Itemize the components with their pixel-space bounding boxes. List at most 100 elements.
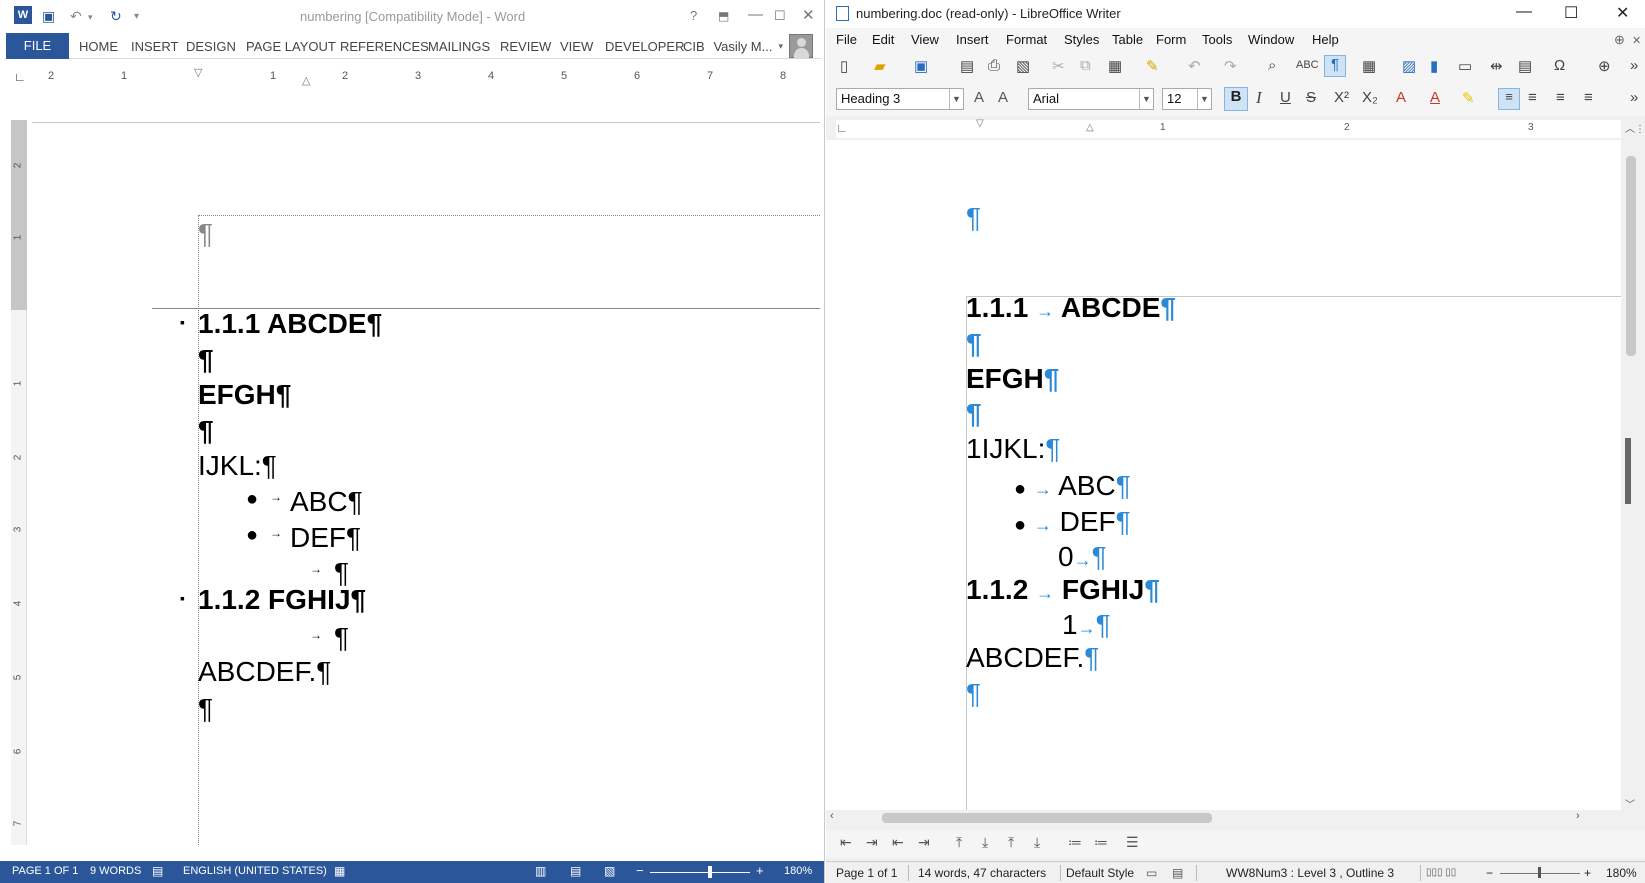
zoom-out-icon[interactable]: − [1486,866,1493,880]
insert-table-icon[interactable]: ▦ [1362,57,1376,75]
vertical-ruler[interactable]: 2 1 1 2 3 4 5 6 7 [11,120,27,845]
horizontal-ruler[interactable]: ∟ ▽ △ 1 2 3 [836,118,1621,138]
insert-chart-icon[interactable]: ▮ [1430,57,1438,75]
empty-paragraph[interactable]: ¶ [966,398,982,430]
horizontal-scrollbar[interactable]: ‹ › [826,810,1621,826]
justify-icon[interactable]: ≡ [1584,89,1593,106]
tab-review[interactable]: REVIEW [500,39,551,54]
tab-cib[interactable]: CIB [683,39,705,54]
insert-page-break-icon[interactable]: ⇹ [1490,57,1503,75]
align-right-icon[interactable]: ≡ [1556,89,1565,106]
close-icon[interactable]: ✕ [1616,3,1629,23]
undo-icon[interactable]: ↶ [1188,57,1201,75]
hanging-indent-marker[interactable]: △ [302,74,310,87]
menu-styles[interactable]: Styles [1064,32,1099,47]
bullet-item-abc[interactable]: ● → ABC¶ [1014,470,1131,502]
close-icon[interactable]: ✕ [802,6,815,24]
copy-icon[interactable]: ⧉ [1080,57,1091,74]
zoom-slider-thumb[interactable] [1538,867,1541,878]
empty-paragraph[interactable]: ¶ [198,344,214,376]
bullet-item-abc[interactable]: ABC¶ [290,486,363,518]
globe-icon[interactable]: ⊕ [1614,32,1625,48]
maximize-icon[interactable]: ☐ [774,8,786,24]
menu-window[interactable]: Window [1248,32,1294,47]
first-line-indent-marker[interactable]: ▽ [194,66,202,79]
align-center-icon[interactable]: ≡ [1528,89,1537,106]
bullet-item-def[interactable]: ● → DEF¶ [1014,506,1131,538]
redo-icon[interactable]: ↻ [110,8,122,25]
strikethrough-icon[interactable]: S [1306,89,1316,106]
bullet-item-def[interactable]: DEF¶ [290,522,361,554]
close-document-icon[interactable]: ✕ [1632,34,1641,47]
insert-mode-icon[interactable]: ▭ [1146,866,1157,880]
bullets-numbering-dialog-icon[interactable]: ☰ [1126,834,1139,851]
proofing-icon[interactable]: ▤ [152,864,163,878]
zoom-in-icon[interactable]: + [756,863,764,878]
heading-1-1-2[interactable]: 1.1.2 → FGHIJ¶ [966,574,1160,606]
heading-1-1-2[interactable]: 1.1.2 FGHIJ¶ [198,584,366,616]
menu-tools[interactable]: Tools [1202,32,1232,47]
spelling-icon[interactable]: ABC [1296,59,1319,71]
writer-app-icon[interactable] [836,6,849,21]
help-button[interactable]: ? [690,8,697,23]
menu-help[interactable]: Help [1312,32,1339,47]
toolbar-overflow-icon[interactable]: » [1630,57,1638,74]
paragraph-abcdef[interactable]: ABCDEF.¶ [966,642,1099,674]
highlight-icon[interactable]: ✎ [1462,89,1475,107]
word-app-icon[interactable]: W [14,6,32,24]
demote-icon[interactable]: ⇥ [866,834,878,851]
clear-formatting-icon[interactable]: A [1396,89,1406,106]
promote-icon[interactable]: ⇤ [840,834,852,851]
zoom-level[interactable]: 180% [784,865,812,877]
tab-references[interactable]: REFERENCES [340,39,429,54]
formatting-marks-icon[interactable]: ¶ [1324,55,1346,77]
insert-field-icon[interactable]: ▤ [1518,57,1532,75]
find-replace-icon[interactable]: ⌕ [1268,57,1276,74]
save-icon[interactable]: ▣ [914,57,928,75]
more-options-icon[interactable]: ⋮ [1635,124,1645,135]
update-style-icon[interactable]: A [974,89,984,106]
font-color-icon[interactable]: A [1430,89,1440,106]
open-folder-icon[interactable]: ▰ [874,57,886,75]
restart-numbering-icon[interactable]: ≔ [1094,834,1108,851]
sidebar-toggle-handle[interactable] [1625,438,1631,504]
zoom-slider-track[interactable] [650,872,750,873]
insert-textbox-icon[interactable]: ▭ [1458,57,1472,75]
zoom-out-icon[interactable]: − [636,863,644,878]
undo-dropdown-icon[interactable]: ▾ [88,12,93,23]
subscript-icon[interactable]: X₂ [1362,89,1378,106]
paragraph-ijkl[interactable]: IJKL:¶ [198,450,277,482]
page-count[interactable]: PAGE 1 OF 1 [12,865,78,877]
numbering-info[interactable]: WW8Num3 : Level 3 , Outline 3 [1226,866,1394,880]
new-style-icon[interactable]: A [998,89,1008,106]
paste-icon[interactable]: ▦ [1108,57,1122,75]
insert-image-icon[interactable]: ▨ [1402,57,1416,75]
paragraph-ijkl[interactable]: 1IJKL:¶ [966,433,1060,465]
menu-view[interactable]: View [911,32,939,47]
page-count[interactable]: Page 1 of 1 [836,866,897,880]
tab-developer[interactable]: DEVELOPER [605,39,684,54]
first-line-indent-marker[interactable]: ▽ [976,118,984,129]
italic-icon[interactable]: I [1256,88,1262,108]
page-style[interactable]: Default Style [1066,866,1134,880]
language[interactable]: ENGLISH (UNITED STATES) [183,865,327,877]
scroll-right-icon[interactable]: › [1576,810,1580,822]
maximize-icon[interactable]: ☐ [1564,3,1578,23]
empty-paragraph[interactable]: ¶ [198,415,214,447]
tab-mailings[interactable]: MAILINGS [428,39,490,54]
document-modified-icon[interactable]: ▤ [1172,866,1183,880]
save-icon[interactable]: ▣ [42,8,55,25]
font-size-select[interactable]: 12 ▼ [1162,88,1212,110]
numbered-item-0[interactable]: 0→¶ [1058,541,1107,573]
minimize-icon[interactable]: — [748,6,763,23]
chevron-down-icon[interactable]: ▼ [949,89,963,109]
export-pdf-icon[interactable]: ▤ [960,57,974,75]
move-up-icon[interactable]: ⤒ [956,834,962,851]
document-area[interactable]: ¶ 1.1.1 → ABCDE¶ ¶ EFGH¶ ¶ 1IJKL:¶ ● → A… [826,140,1621,810]
scroll-up-icon[interactable]: ︿ [1625,120,1635,135]
hanging-indent-marker[interactable]: △ [1086,122,1094,133]
tab-insert[interactable]: INSERT [131,39,178,54]
empty-paragraph[interactable]: ¶ [966,678,981,710]
tab-view[interactable]: VIEW [560,39,593,54]
align-left-icon[interactable]: ≡ [1498,88,1520,110]
